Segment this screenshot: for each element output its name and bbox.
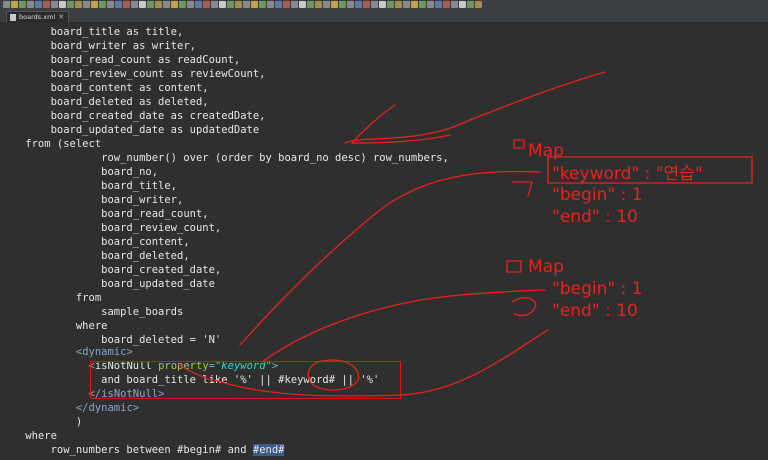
toolbar-button-icon[interactable] [99, 1, 106, 8]
code-line: board_writer as writer, [0, 40, 196, 52]
toolbar-button-icon[interactable] [59, 1, 66, 8]
toolbar-button-icon[interactable] [187, 1, 194, 8]
main-toolbar [0, 0, 768, 10]
tab-boards-xml[interactable]: boards.xml ✕ [6, 11, 70, 23]
toolbar-button-icon[interactable] [323, 1, 330, 8]
code-line: board_updated_date as updatedDate [0, 124, 260, 136]
isnotnull-highlight-box [90, 361, 401, 399]
toolbar-button-icon[interactable] [315, 1, 322, 8]
toolbar-button-icon[interactable] [347, 1, 354, 8]
editor-tab-bar: boards.xml ✕ [0, 10, 768, 23]
toolbar-button-icon[interactable] [147, 1, 154, 8]
code-line: board_review_count as reviewCount, [0, 68, 266, 80]
toolbar-button-icon[interactable] [75, 1, 82, 8]
toolbar-button-icon[interactable] [115, 1, 122, 8]
code-line: from [0, 292, 102, 304]
toolbar-button-icon[interactable] [179, 1, 186, 8]
code-line: board_deleted as deleted, [0, 96, 209, 108]
toolbar-button-icon[interactable] [467, 1, 474, 8]
toolbar-button-icon[interactable] [107, 1, 114, 8]
code-line: board_content, [0, 236, 190, 248]
toolbar-button-icon[interactable] [475, 1, 482, 8]
toolbar-button-icon[interactable] [203, 1, 210, 8]
toolbar-button-icon[interactable] [283, 1, 290, 8]
toolbar-button-icon[interactable] [291, 1, 298, 8]
code-line: board_created_date, [0, 264, 222, 276]
code-line-where: where [0, 430, 57, 442]
code-line: board_no, [0, 166, 159, 178]
xml-file-icon [10, 14, 16, 21]
toolbar-button-icon[interactable] [243, 1, 250, 8]
toolbar-button-icon[interactable] [435, 1, 442, 8]
code-line-dynamic-open: <dynamic> [75, 346, 133, 358]
selected-end-param: #end# [252, 444, 285, 456]
code-line: board_writer, [0, 194, 184, 206]
code-line: board_title as title, [0, 26, 184, 38]
code-line: board_updated_date [0, 278, 215, 290]
toolbar-button-icon[interactable] [19, 1, 26, 8]
toolbar-button-icon[interactable] [219, 1, 226, 8]
toolbar-button-icon[interactable] [267, 1, 274, 8]
toolbar-button-icon[interactable] [227, 1, 234, 8]
toolbar-button-icon[interactable] [403, 1, 410, 8]
toolbar-button-icon[interactable] [43, 1, 50, 8]
code-line: board_created_date as createdDate, [0, 110, 266, 122]
toolbar-button-icon[interactable] [235, 1, 242, 8]
code-line: board_read_count, [0, 208, 209, 220]
code-line: where [0, 320, 108, 332]
code-line: board_title, [0, 180, 178, 192]
toolbar-button-icon[interactable] [251, 1, 258, 8]
toolbar-button-icon[interactable] [3, 1, 10, 8]
code-line-row-numbers: row_numbers between #begin# and #end# [0, 444, 285, 456]
toolbar-button-icon[interactable] [275, 1, 282, 8]
code-line-dynamic-close: </dynamic> [75, 402, 140, 414]
toolbar-button-icon[interactable] [131, 1, 138, 8]
toolbar-button-icon[interactable] [11, 1, 18, 8]
toolbar-button-icon[interactable] [443, 1, 450, 8]
toolbar-button-icon[interactable] [387, 1, 394, 8]
toolbar-button-icon[interactable] [67, 1, 74, 8]
code-line-close-paren: ) [0, 416, 83, 428]
code-line: board_content as content, [0, 82, 209, 94]
toolbar-button-icon[interactable] [331, 1, 338, 8]
toolbar-button-icon[interactable] [419, 1, 426, 8]
tab-label: boards.xml [19, 13, 56, 22]
toolbar-button-icon[interactable] [195, 1, 202, 8]
code-line: board_read_count as readCount, [0, 54, 241, 66]
toolbar-button-icon[interactable] [355, 1, 362, 8]
toolbar-button-icon[interactable] [451, 1, 458, 8]
toolbar-button-icon[interactable] [163, 1, 170, 8]
toolbar-button-icon[interactable] [395, 1, 402, 8]
toolbar-button-icon[interactable] [339, 1, 346, 8]
toolbar-button-icon[interactable] [307, 1, 314, 8]
toolbar-button-icon[interactable] [51, 1, 58, 8]
toolbar-button-icon[interactable] [35, 1, 42, 8]
code-line: from (select [0, 138, 102, 150]
toolbar-button-icon[interactable] [299, 1, 306, 8]
toolbar-button-icon[interactable] [371, 1, 378, 8]
toolbar-button-icon[interactable] [155, 1, 162, 8]
toolbar-button-icon[interactable] [83, 1, 90, 8]
toolbar-button-icon[interactable] [171, 1, 178, 8]
code-line: sample_boards [0, 306, 184, 318]
toolbar-button-icon[interactable] [459, 1, 466, 8]
toolbar-button-icon[interactable] [211, 1, 218, 8]
code-line: row_number() over (order by board_no des… [0, 152, 449, 164]
toolbar-button-icon[interactable] [139, 1, 146, 8]
toolbar-button-icon[interactable] [27, 1, 34, 8]
code-line: board_deleted, [0, 250, 190, 262]
close-icon[interactable]: ✕ [58, 14, 64, 21]
toolbar-button-icon[interactable] [91, 1, 98, 8]
toolbar-button-icon[interactable] [363, 1, 370, 8]
toolbar-button-icon[interactable] [259, 1, 266, 8]
toolbar-button-icon[interactable] [379, 1, 386, 8]
toolbar-button-icon[interactable] [427, 1, 434, 8]
toolbar-button-icon[interactable] [411, 1, 418, 8]
code-line: board_review_count, [0, 222, 222, 234]
toolbar-button-icon[interactable] [123, 1, 130, 8]
